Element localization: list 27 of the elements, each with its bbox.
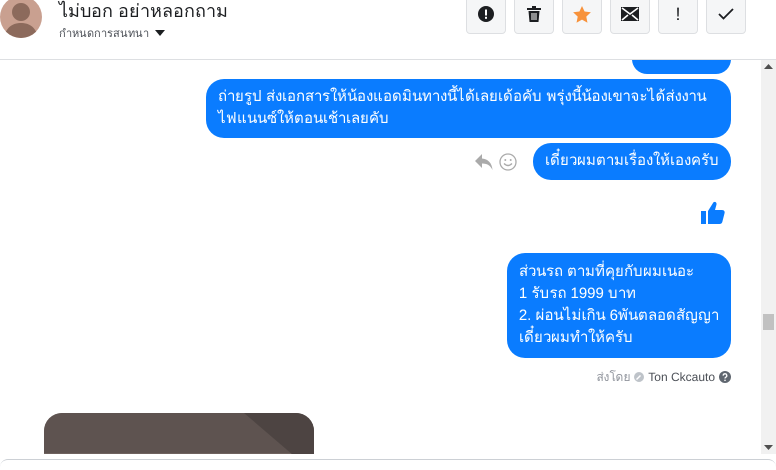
sent-by-label: ส่งโดย [596,369,630,386]
mark-unread-button[interactable] [610,0,650,34]
scrollbar[interactable] [761,60,776,454]
report-button[interactable] [466,0,506,34]
done-button[interactable] [706,0,746,34]
avatar [0,0,42,38]
delete-button[interactable] [514,0,554,34]
conversation-settings[interactable]: กำหนดการสนทนา [59,24,149,42]
message-bubble: ส่วนรถ ตามที่คุยกับผมเนอะ 1 รับรถ 1999 บาท 2. ผ่อนไม่เกิน 6พันตลอดสัญญา เดี๋ยวผมทำให้ครับ [506,253,731,358]
important-button[interactable]: ! [658,0,698,34]
help-icon[interactable] [719,370,731,382]
scroll-down-icon[interactable] [764,445,773,450]
trash-icon [527,6,541,22]
message-bubble: ถ่ายรูป ส่งเอกสารให้น้องแอดมินทางนี้ได้เลยเด้อคับ พรุ่งนี้น้องเขาจะได้ส่งงานไฟแนนซ์ให้ตอนเช้าเลยคับ [206,79,731,138]
star-button[interactable] [562,0,602,34]
mail-icon [621,7,639,21]
message-bubble: เดี๋ยวผมตามเรื่องให้เองครับ [533,143,731,180]
sender-name[interactable]: Ton Ckcauto [648,370,715,384]
badge-icon [634,372,644,382]
scroll-up-icon[interactable] [764,64,773,69]
scroll-thumb[interactable] [763,314,774,330]
alert-icon [478,6,494,22]
check-icon [718,8,734,20]
caret-icon[interactable] [155,30,165,36]
contact-name: ไม่บอก อย่าหลอกถาม [59,0,228,22]
star-icon [573,6,591,22]
thumbs-up-icon [701,201,725,225]
